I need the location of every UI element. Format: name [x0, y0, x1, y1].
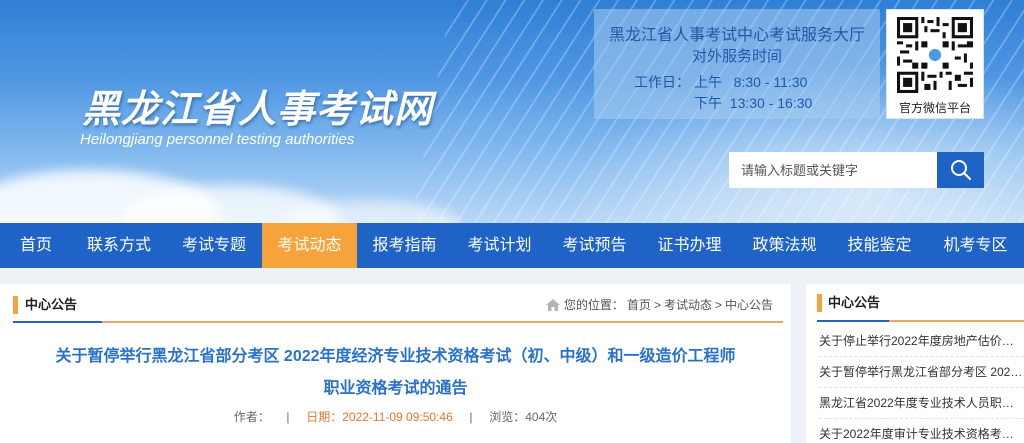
- search-bar: [729, 152, 984, 188]
- nav-item-policies[interactable]: 政策法规: [737, 223, 832, 268]
- nav-item-exam-news[interactable]: 考试动态: [262, 223, 357, 268]
- breadcrumb-exam-news[interactable]: 考试动态: [664, 296, 712, 313]
- breadcrumb-separator: >: [714, 297, 722, 312]
- article-title-line1: 关于暂停举行黑龙江省部分考区 2022年度经济专业技术资格考试（初、中级）和一级…: [55, 348, 736, 365]
- nav-item-skill-appraisal[interactable]: 技能鉴定: [832, 223, 927, 268]
- nav-item-computer-exam[interactable]: 机考专区: [927, 223, 1024, 268]
- breadcrumb-prefix: 您的位置：: [563, 298, 624, 312]
- article-title-line2: 职业资格考试的通告: [323, 380, 468, 397]
- site-subtitle: Heilongjiang personnel testing authoriti…: [80, 131, 355, 148]
- nav-item-exam-topics[interactable]: 考试专题: [166, 223, 262, 268]
- nav-item-contact[interactable]: 联系方式: [72, 223, 166, 268]
- workday-label: 工作日：: [634, 74, 690, 90]
- section-divider: [13, 321, 783, 323]
- morning-hours: 上午 8:30 - 11:30: [694, 74, 808, 90]
- service-hours-heading: 对外服务时间: [691, 48, 782, 65]
- nav-item-exam-preview[interactable]: 考试预告: [547, 223, 642, 268]
- breadcrumb: 您的位置： 首页 > 考试动态 > 中心公告: [545, 296, 773, 313]
- article-author: 作者：: [233, 410, 270, 424]
- announcement-item[interactable]: 关于暂停举行黑龙江省部分考区 2022年度经济专业技术资格考试的通告: [819, 357, 1024, 388]
- breadcrumb-separator: >: [653, 297, 661, 312]
- breadcrumb-current: 中心公告: [724, 298, 773, 312]
- search-button[interactable]: [937, 152, 984, 188]
- wechat-qr-code: 官方微信平台: [886, 9, 984, 119]
- site-header: 黑龙江省人事考试网 Heilongjiang personnel testing…: [0, 0, 1024, 223]
- service-hours-box: 黑龙江省人事考试中心考试服务大厅 对外服务时间 工作日： 上午 8:30 - 1…: [594, 9, 880, 119]
- search-icon: [950, 160, 971, 181]
- nav-item-exam-plan[interactable]: 考试计划: [452, 223, 547, 268]
- article-panel: 中心公告 您的位置： 首页 > 考试动态 > 中心公告 关于暂停举行黑龙江省部分…: [0, 284, 791, 443]
- service-hall-title: 黑龙江省人事考试中心考试服务大厅: [608, 27, 865, 44]
- sidebar-section-title: 中心公告: [817, 294, 880, 312]
- search-input[interactable]: [729, 152, 937, 188]
- announcement-item[interactable]: 关于2022年度审计专业技术资格考试的通知: [819, 419, 1024, 443]
- article-title: 关于暂停举行黑龙江省部分考区 2022年度经济专业技术资格考试（初、中级）和一级…: [20, 341, 771, 405]
- section-title: 中心公告: [13, 296, 77, 314]
- announcements-sidebar: 中心公告 关于停止举行2022年度房地产估价师职业资格考试的通告 关于暂停举行黑…: [806, 284, 1024, 443]
- qr-caption: 官方微信平台: [898, 101, 971, 115]
- announcement-list: 关于停止举行2022年度房地产估价师职业资格考试的通告 关于暂停举行黑龙江省部分…: [819, 326, 1024, 443]
- nav-item-home[interactable]: 首页: [0, 223, 72, 268]
- article-views: 浏览：404次: [489, 410, 558, 424]
- home-icon: [545, 298, 560, 311]
- nav-item-application-guide[interactable]: 报考指南: [357, 223, 452, 268]
- article-date: 日期：2022-11-09 09:50:46: [306, 410, 453, 424]
- announcement-item[interactable]: 关于停止举行2022年度房地产估价师职业资格考试的通告: [819, 326, 1024, 357]
- article-meta: 作者： | 日期：2022-11-09 09:50:46 | 浏览：404次: [233, 410, 558, 424]
- qr-code-icon: [897, 17, 973, 93]
- announcement-item[interactable]: 黑龙江省2022年度专业技术人员职业资格考试的通知: [819, 388, 1024, 419]
- site-title[interactable]: 黑龙江省人事考试网: [82, 78, 433, 133]
- afternoon-hours: 下午 13:30 - 16:30: [694, 95, 813, 111]
- main-navigation: 首页 联系方式 考试专题 考试动态 报考指南 考试计划 考试预告 证书办理 政策…: [0, 223, 1024, 268]
- breadcrumb-home[interactable]: 首页: [627, 296, 651, 313]
- nav-item-certificates[interactable]: 证书办理: [642, 223, 737, 268]
